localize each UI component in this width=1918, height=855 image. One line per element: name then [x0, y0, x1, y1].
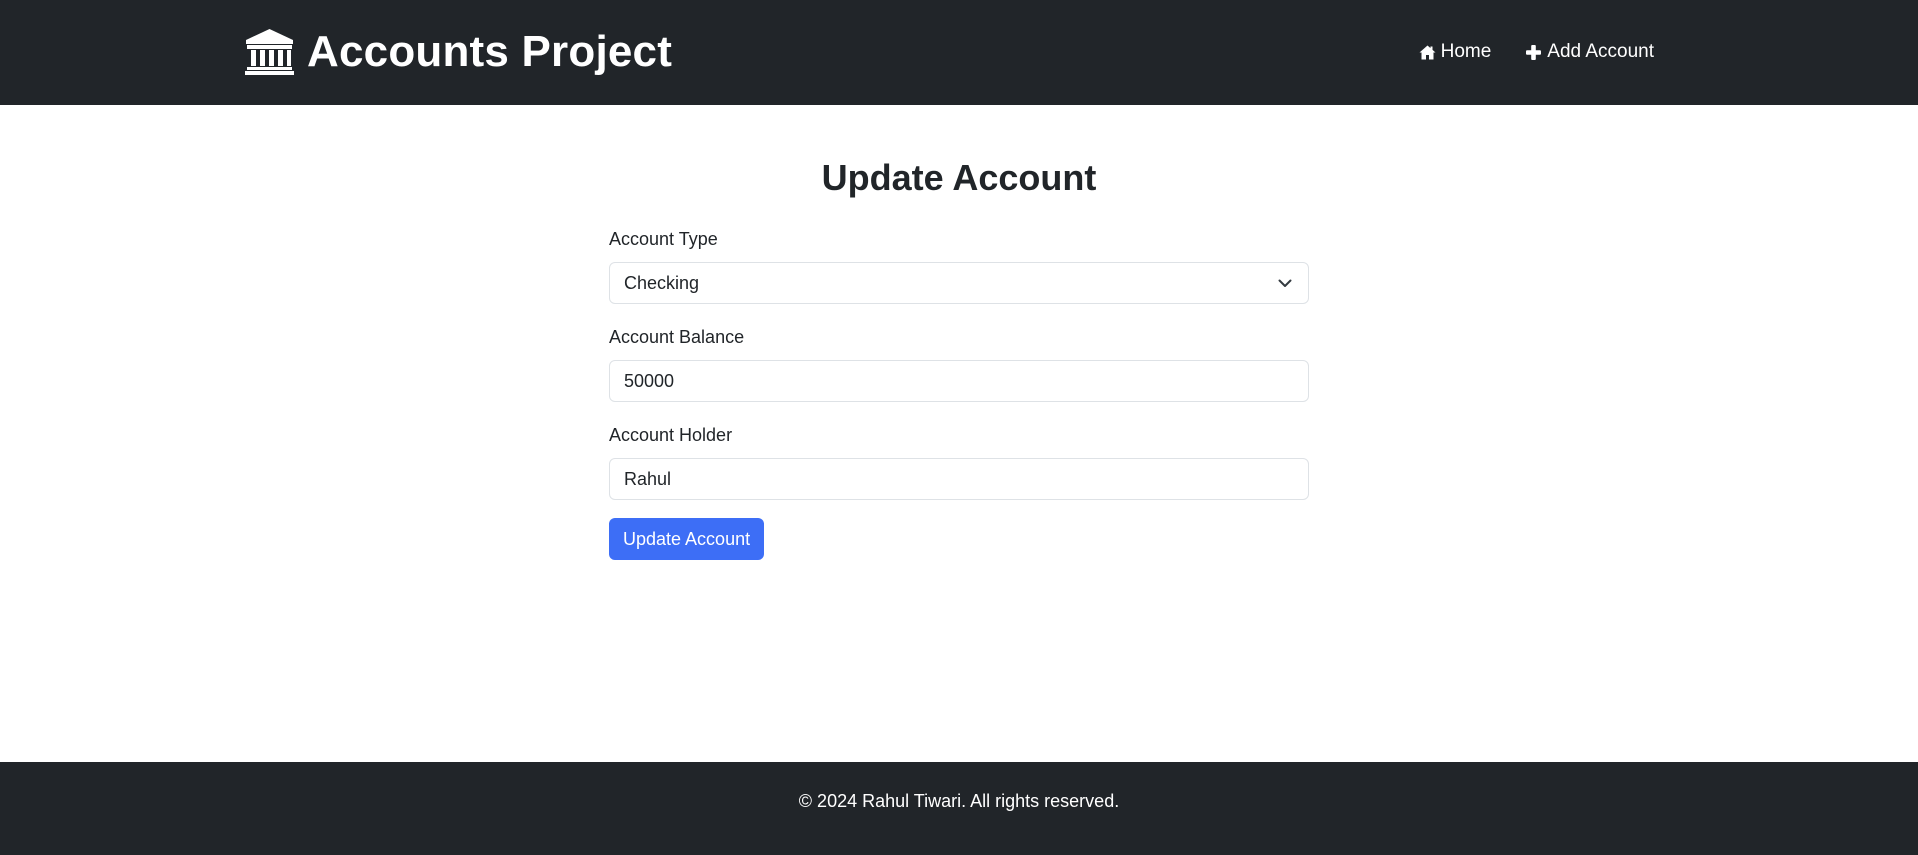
account-holder-group: Account Holder: [609, 422, 1309, 500]
brand-title: Accounts Project: [307, 27, 673, 76]
page-title: Update Account: [821, 157, 1097, 198]
account-type-label: Account Type: [609, 229, 718, 249]
account-holder-label: Account Holder: [609, 425, 733, 445]
account-balance-input[interactable]: [609, 360, 1309, 402]
account-type-group: Account Type Checking: [609, 226, 1309, 304]
navbar: Accounts Project Home Add Account: [0, 0, 1918, 105]
home-icon: [1419, 45, 1436, 59]
account-type-selected-value: Checking: [624, 273, 700, 293]
plus-icon: [1526, 44, 1542, 60]
account-type-select-wrapper: Checking: [609, 262, 1309, 304]
account-balance-group: Account Balance: [609, 324, 1309, 402]
account-holder-input[interactable]: [609, 458, 1309, 500]
nav-links: Home Add Account: [1419, 38, 1654, 66]
bank-icon: [245, 29, 294, 75]
nav-link-home-label: Home: [1440, 41, 1492, 62]
account-balance-label: Account Balance: [609, 327, 745, 347]
account-type-select[interactable]: Checking: [609, 262, 1309, 304]
update-account-form: Account Type Checking Account Balance Ac…: [609, 226, 1309, 560]
nav-link-add-account-label: Add Account: [1547, 41, 1654, 62]
nav-link-add-account[interactable]: Add Account: [1525, 38, 1654, 66]
update-account-button[interactable]: Update Account: [609, 518, 765, 560]
brand-link[interactable]: Accounts Project: [244, 26, 672, 78]
nav-link-home[interactable]: Home: [1419, 38, 1492, 66]
footer: © 2024 Rahul Tiwari. All rights reserved…: [0, 762, 1918, 855]
footer-copyright: © 2024 Rahul Tiwari. All rights reserved…: [798, 791, 1120, 811]
